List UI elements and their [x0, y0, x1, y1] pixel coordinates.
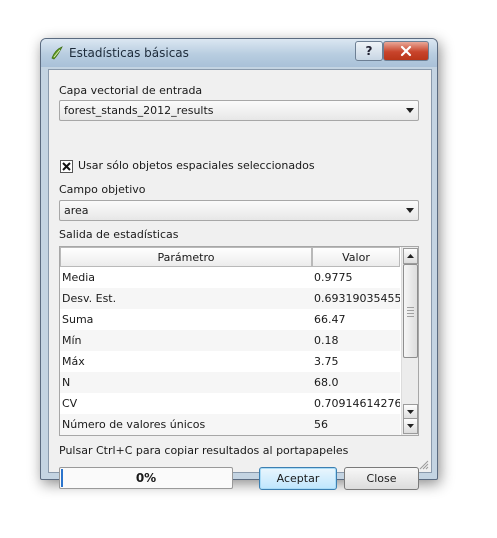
parameter-cell: Suma: [62, 313, 94, 326]
grip-line: [407, 310, 414, 311]
value-cell: 68.0: [314, 376, 339, 389]
title-bar[interactable]: Estadísticas básicas ?: [41, 39, 437, 67]
table-row[interactable]: N 68.0: [60, 372, 400, 393]
value-cell: 0.18: [314, 334, 339, 347]
grip-line: [407, 316, 414, 317]
grip-line: [407, 307, 414, 308]
value-cell: 0.9775: [314, 271, 353, 284]
resize-grip-icon[interactable]: [419, 460, 429, 470]
table-row[interactable]: Mín 0.18: [60, 330, 400, 351]
parameter-cell: Mín: [62, 334, 82, 347]
value-cell: 66.47: [314, 313, 346, 326]
parameter-cell: N: [62, 376, 71, 389]
accept-button[interactable]: Aceptar: [259, 467, 337, 490]
value-cell: 56: [314, 418, 328, 431]
close-icon: [400, 45, 412, 57]
chevron-down-icon[interactable]: [402, 102, 417, 119]
table-row[interactable]: Máx 3.75: [60, 351, 400, 372]
progress-text: 0%: [135, 471, 157, 485]
scroll-down-button-secondary[interactable]: [403, 418, 418, 434]
copy-hint: Pulsar Ctrl+C para copiar resultados al …: [59, 444, 349, 457]
value-cell: 0.693190354554: [314, 292, 400, 305]
table-row[interactable]: Desv. Est. 0.693190354554: [60, 288, 400, 309]
table-row[interactable]: Número de valores únicos 56: [60, 414, 400, 435]
statistics-table[interactable]: Parámetro Valor Media 0.9775 Desv. Est. …: [59, 246, 419, 436]
table-row[interactable]: Media 0.9775: [60, 267, 400, 288]
input-layer-value: forest_stands_2012_results: [64, 104, 214, 117]
arrow-down-icon: [407, 410, 414, 414]
parameter-cell: CV: [62, 397, 78, 410]
value-cell: 3.75: [314, 355, 339, 368]
scroll-thumb[interactable]: [403, 264, 418, 358]
qgis-plugin-icon: [51, 46, 63, 60]
parameter-cell: Media: [62, 271, 96, 284]
parameter-cell: Máx: [62, 355, 85, 368]
close-button[interactable]: Close: [344, 467, 419, 490]
table-header: Parámetro Valor: [60, 247, 400, 267]
target-field-combobox[interactable]: area: [59, 200, 419, 221]
parameter-cell: Número de valores únicos: [62, 418, 206, 431]
target-field-value: area: [64, 204, 89, 217]
selected-only-label: Usar sólo objetos espaciales seleccionad…: [78, 159, 315, 172]
chevron-down-icon[interactable]: [402, 202, 417, 219]
help-label: ?: [365, 44, 373, 58]
selected-only-checkbox[interactable]: [60, 160, 73, 173]
value-cell: 0.709146142767: [314, 397, 400, 410]
vertical-scrollbar[interactable]: [401, 247, 418, 435]
arrow-up-icon: [407, 254, 414, 258]
window-close-button[interactable]: [383, 41, 429, 61]
input-layer-label: Capa vectorial de entrada: [59, 84, 203, 97]
input-layer-combobox[interactable]: forest_stands_2012_results: [59, 100, 419, 121]
basic-statistics-dialog: Estadísticas básicas ? Capa vectorial de…: [40, 38, 438, 490]
target-field-label: Campo objetivo: [59, 183, 146, 196]
scroll-up-button[interactable]: [403, 248, 418, 264]
help-button[interactable]: ?: [355, 41, 383, 61]
column-header-value[interactable]: Valor: [312, 247, 400, 267]
progress-bar: 0%: [59, 467, 233, 489]
grip-line: [407, 313, 414, 314]
parameter-cell: Desv. Est.: [62, 292, 117, 305]
checkmark-icon: [62, 162, 71, 171]
arrow-down-icon: [407, 424, 414, 428]
column-header-parameter[interactable]: Parámetro: [60, 247, 312, 267]
table-row[interactable]: CV 0.709146142767: [60, 393, 400, 414]
output-label: Salida de estadísticas: [59, 228, 179, 241]
window-title: Estadísticas básicas: [69, 46, 189, 60]
table-row[interactable]: Suma 66.47: [60, 309, 400, 330]
dialog-body: Capa vectorial de entrada forest_stands_…: [48, 69, 432, 490]
